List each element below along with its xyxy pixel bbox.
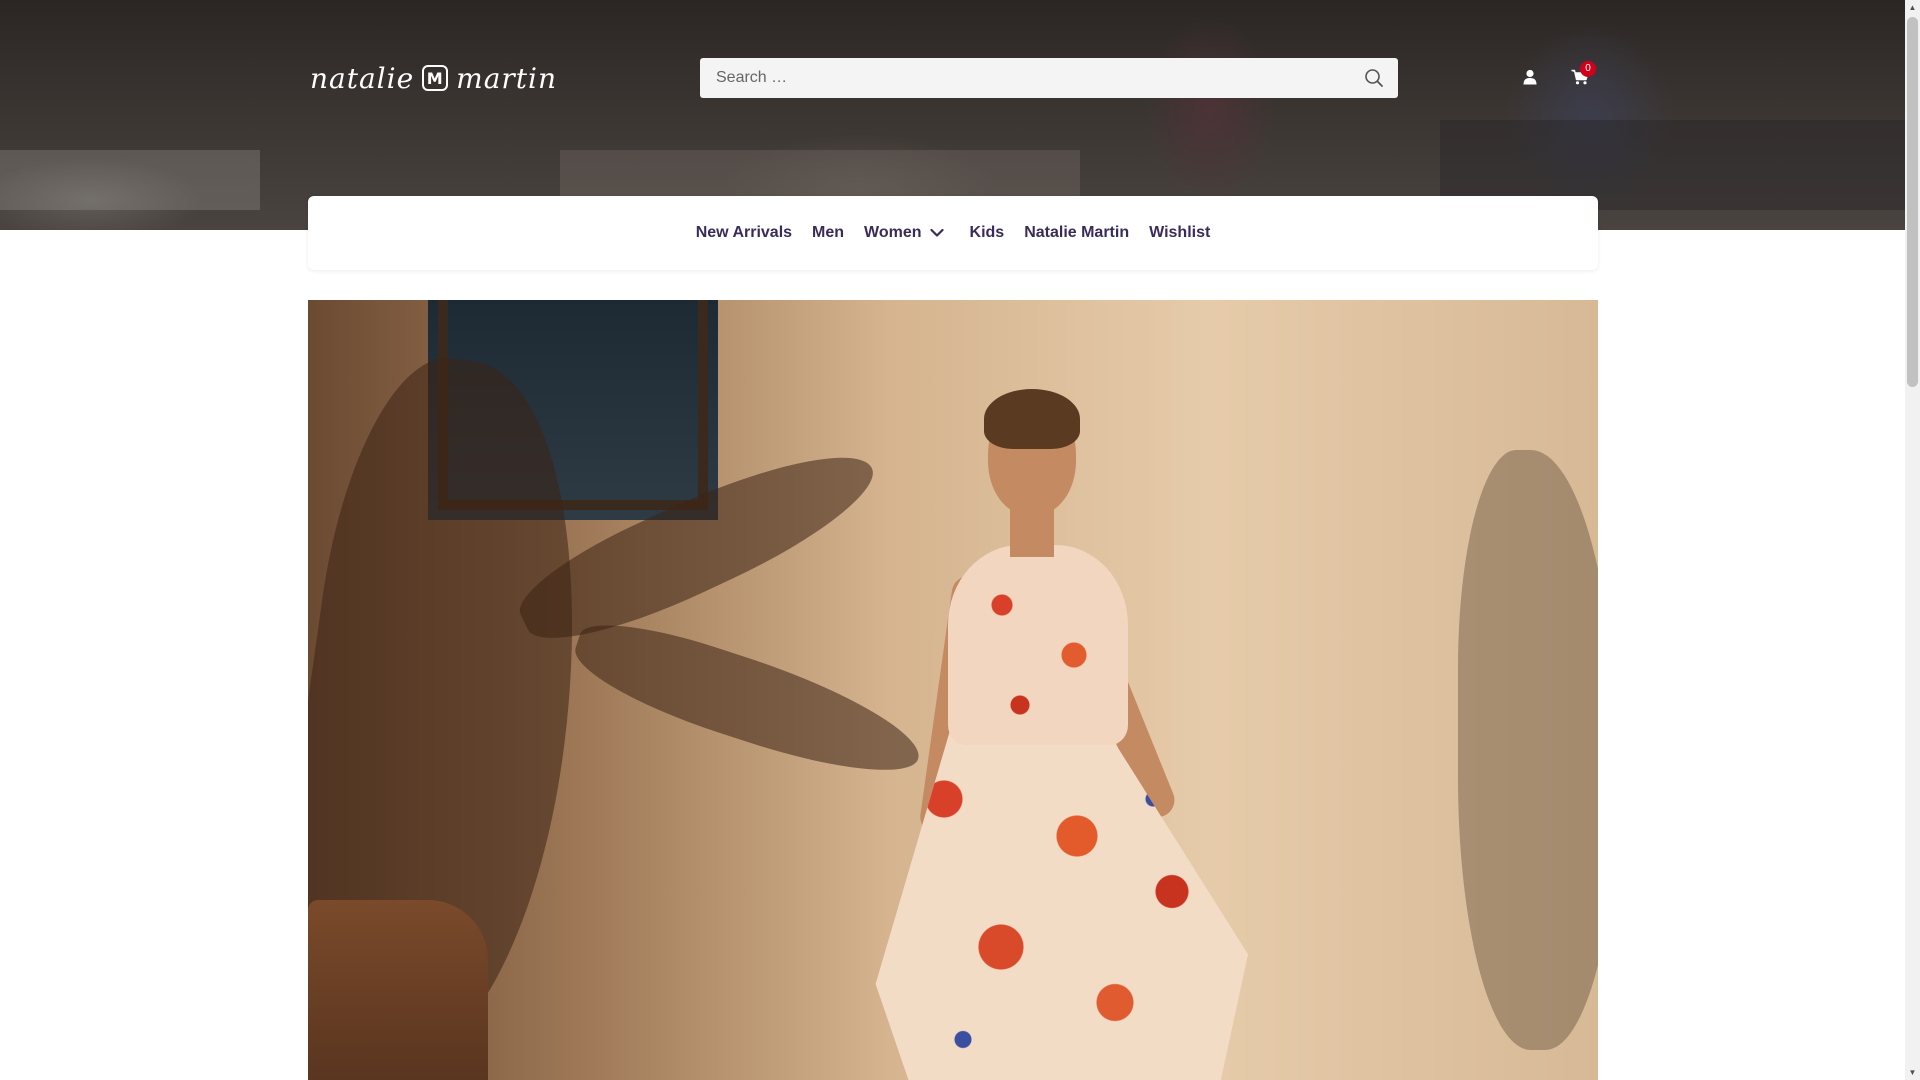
main-navigation: New Arrivals Men Women Kids Natalie Mart… xyxy=(308,196,1598,270)
cart-count-badge: 0 xyxy=(1580,61,1596,77)
search-button[interactable] xyxy=(1350,58,1398,98)
plant-pot xyxy=(308,900,488,1080)
nav-item-men[interactable]: Men xyxy=(812,224,844,242)
floral-dress-bodice xyxy=(948,545,1128,745)
nav-item-wishlist[interactable]: Wishlist xyxy=(1149,224,1210,242)
backdrop-shelf xyxy=(0,150,260,210)
chevron-down-icon xyxy=(929,228,944,237)
hero-banner-image[interactable] xyxy=(308,300,1598,1080)
nav-item-women[interactable]: Women xyxy=(864,224,944,242)
logo-text-left: natalie xyxy=(310,61,415,95)
plant-shadow xyxy=(1458,450,1598,1050)
vertical-scrollbar[interactable]: ▲ ▼ xyxy=(1905,0,1920,1080)
user-icon xyxy=(1523,69,1537,85)
scrollbar-thumb[interactable] xyxy=(1907,17,1918,387)
scroll-down-arrow-icon[interactable]: ▼ xyxy=(1905,1065,1920,1080)
scroll-up-arrow-icon[interactable]: ▲ xyxy=(1905,0,1920,15)
nav-item-new-arrivals[interactable]: New Arrivals xyxy=(696,224,792,242)
nav-item-natalie-martin[interactable]: Natalie Martin xyxy=(1024,224,1129,242)
search-form xyxy=(700,58,1398,98)
page: natalie M martin 0 New Arrivals Men Wome… xyxy=(0,0,1905,1080)
nav-item-women-label: Women xyxy=(864,224,922,241)
search-input[interactable] xyxy=(700,58,1350,98)
model-hair xyxy=(984,389,1080,449)
logo-text-right: martin xyxy=(456,61,558,95)
site-logo[interactable]: natalie M martin xyxy=(310,61,558,95)
logo-mark: M xyxy=(422,65,449,91)
account-button[interactable] xyxy=(1520,66,1540,88)
search-icon xyxy=(1365,69,1383,87)
nav-item-kids[interactable]: Kids xyxy=(970,224,1005,242)
model-figure xyxy=(828,389,1248,1080)
